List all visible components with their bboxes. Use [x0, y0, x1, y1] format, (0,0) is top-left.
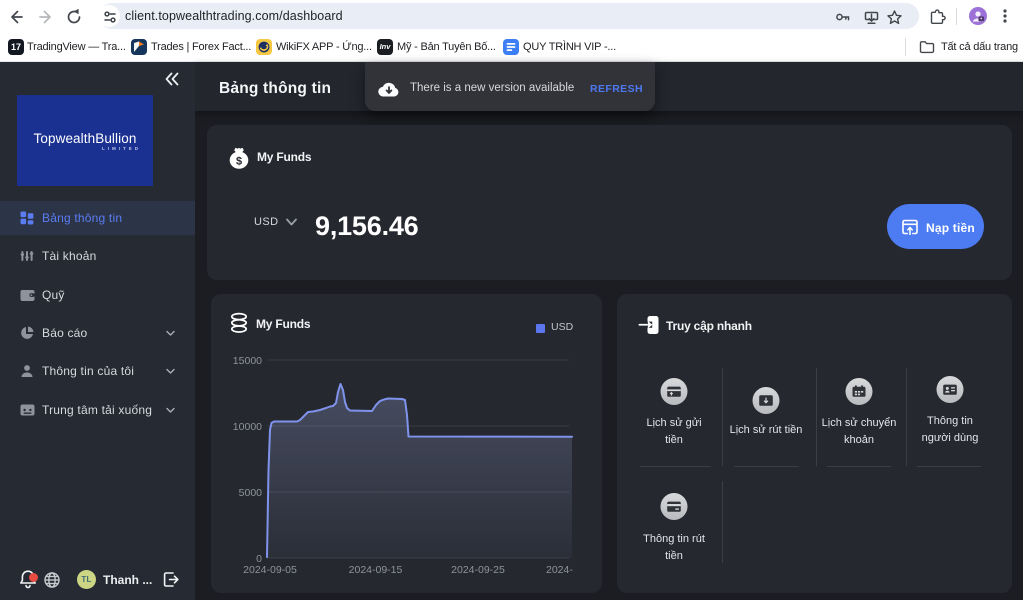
svg-text:2024-: 2024-	[546, 564, 573, 576]
svg-text:5000: 5000	[239, 487, 263, 499]
svg-text:2024-09-25: 2024-09-25	[451, 564, 505, 576]
svg-text:2024-09-05: 2024-09-05	[243, 564, 297, 576]
svg-text:10000: 10000	[233, 421, 262, 433]
svg-text:2024-09-15: 2024-09-15	[349, 564, 403, 576]
svg-text:$: $	[236, 155, 242, 167]
svg-text:15000: 15000	[233, 355, 262, 367]
